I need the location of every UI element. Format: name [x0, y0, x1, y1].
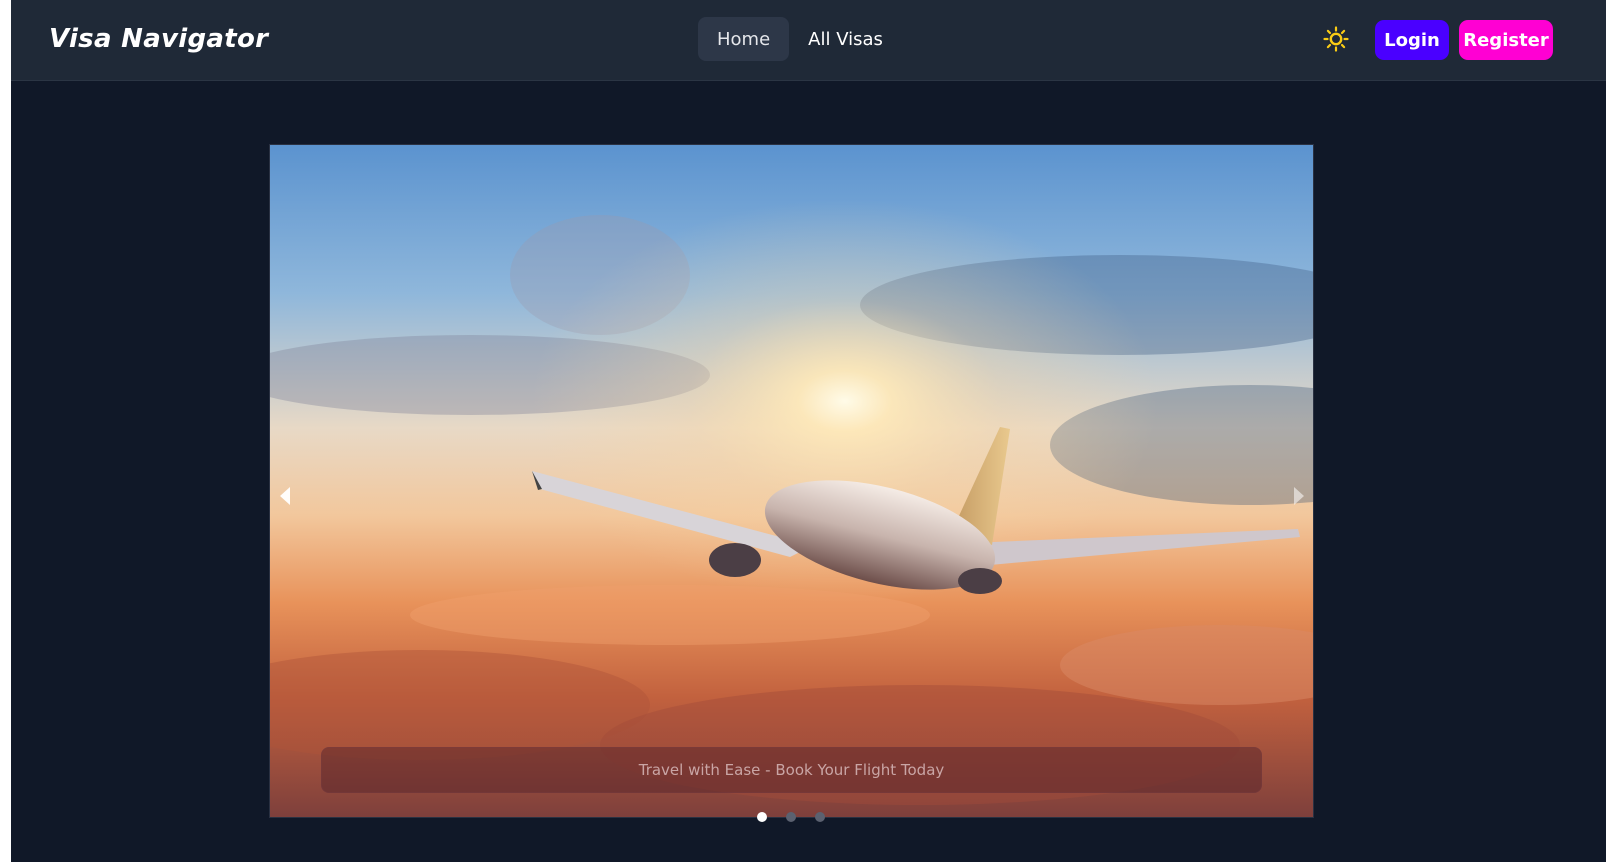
- sun-icon[interactable]: [1323, 26, 1349, 52]
- carousel-indicators: [757, 812, 825, 822]
- nav-all-visas[interactable]: All Visas: [789, 17, 902, 61]
- brand-logo[interactable]: Visa Navigator: [49, 24, 268, 54]
- main-nav: Home All Visas: [698, 17, 902, 61]
- navbar: Visa Navigator Home All Visas Login Regi…: [11, 0, 1606, 81]
- carousel-next-icon[interactable]: [1286, 483, 1308, 509]
- nav-home[interactable]: Home: [698, 17, 790, 61]
- carousel-dot-1[interactable]: [757, 812, 767, 822]
- hero-carousel: Travel with Ease - Book Your Flight Toda…: [269, 144, 1314, 818]
- window-edge: [0, 0, 11, 862]
- carousel-prev-icon[interactable]: [276, 483, 298, 509]
- carousel-caption: Travel with Ease - Book Your Flight Toda…: [321, 747, 1262, 793]
- carousel-dot-3[interactable]: [815, 812, 825, 822]
- login-button[interactable]: Login: [1375, 20, 1449, 60]
- register-button[interactable]: Register: [1459, 20, 1553, 60]
- airplane-sunset-photo: [270, 145, 1313, 817]
- carousel-dot-2[interactable]: [786, 812, 796, 822]
